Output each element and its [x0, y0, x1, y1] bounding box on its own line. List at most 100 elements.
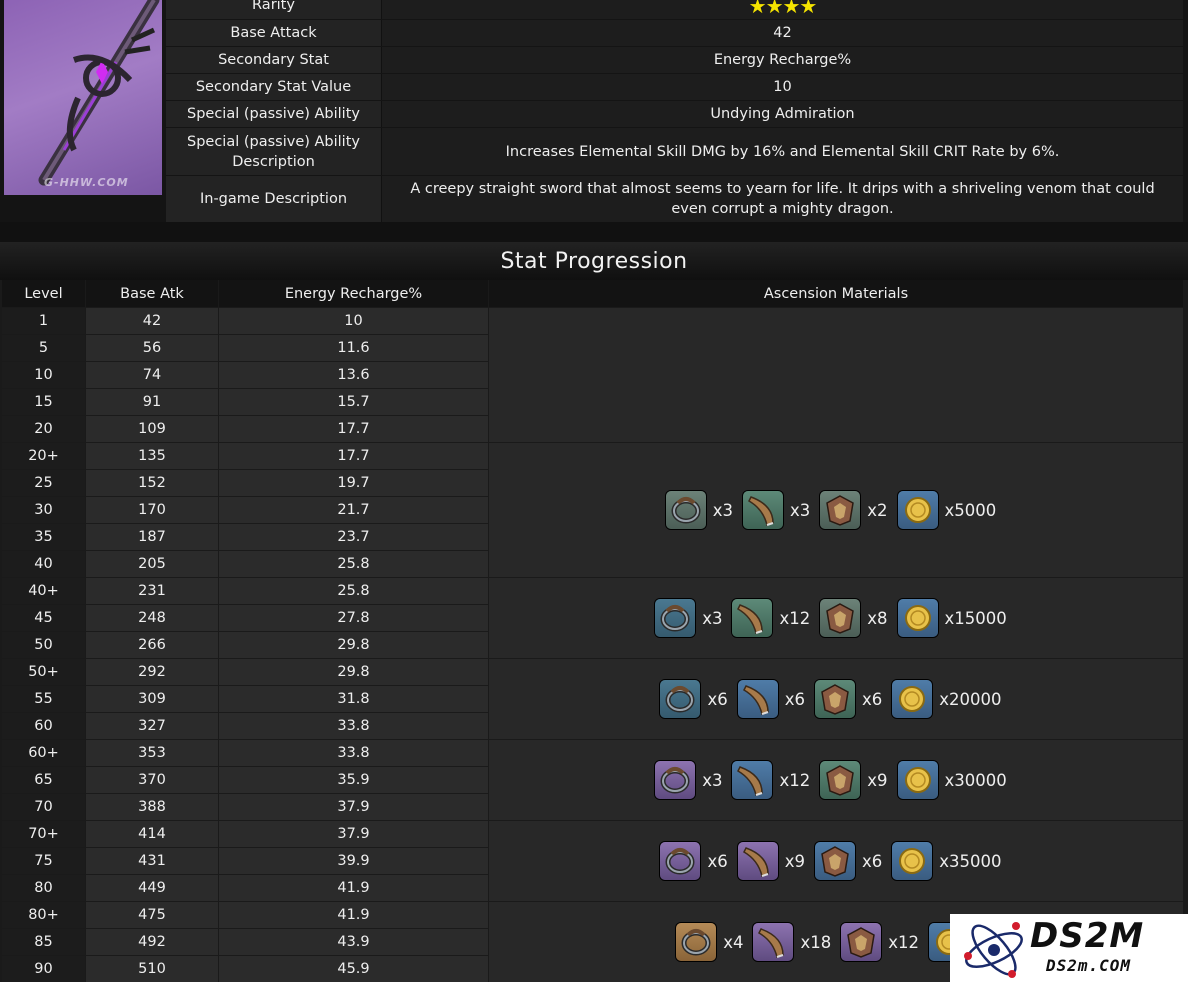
cell-level: 90: [2, 956, 85, 982]
material-quantity: x18: [800, 932, 832, 952]
material-item[interactable]: x4: [676, 923, 743, 961]
cell-base-atk: 205: [86, 551, 218, 577]
info-label: Special (passive) Ability: [166, 101, 382, 127]
logo-wordmark: DS2M: [1030, 916, 1145, 956]
mora-coin-icon: [897, 761, 938, 799]
cell-base-atk: 309: [86, 686, 218, 712]
ascension-phase-block: x3 x12 x9 x30000: [489, 740, 1183, 820]
cell-energy-recharge: 35.9: [219, 767, 488, 793]
cell-energy-recharge: 41.9: [219, 875, 488, 901]
cell-base-atk: 56: [86, 335, 218, 361]
mora-coin-icon: [897, 491, 938, 529]
crest-icon: [841, 923, 882, 961]
chaos-gear-icon: [655, 761, 696, 799]
column-header-base-atk: Base Atk: [86, 280, 218, 307]
material-list: x6 x9 x6 x35000: [660, 842, 1011, 880]
column-header-ascension-materials: Ascension Materials: [489, 280, 1183, 307]
material-quantity: x12: [779, 608, 811, 628]
material-quantity: x35000: [939, 851, 1002, 871]
info-row-ingame-description: In-game Description A creepy straight sw…: [166, 176, 1183, 222]
material-list: x3 x3 x2 x5000: [665, 491, 1007, 529]
material-item[interactable]: x3: [665, 491, 733, 529]
cell-level: 50+: [2, 659, 85, 685]
cell-base-atk: 492: [86, 929, 218, 955]
material-item[interactable]: x3: [655, 599, 722, 637]
cell-base-atk: 353: [86, 740, 218, 766]
rarity-stars-icon: ★★★★: [748, 0, 818, 18]
cell-base-atk: 152: [86, 470, 218, 496]
cell-energy-recharge: 33.8: [219, 713, 488, 739]
cell-base-atk: 431: [86, 848, 218, 874]
material-item[interactable]: x35000: [892, 842, 1002, 880]
cell-base-atk: 266: [86, 632, 218, 658]
material-item[interactable]: x15000: [897, 599, 1007, 637]
material-item[interactable]: x3: [742, 491, 811, 529]
material-item[interactable]: x8: [820, 599, 888, 637]
cell-base-atk: 231: [86, 578, 218, 604]
material-item[interactable]: x9: [737, 842, 805, 880]
material-item[interactable]: x5000: [897, 491, 996, 529]
cell-energy-recharge: 21.7: [219, 497, 488, 523]
cell-level: 80: [2, 875, 85, 901]
cell-level: 10: [2, 362, 85, 388]
atom-logo-icon: [964, 922, 1023, 978]
cell-base-atk: 248: [86, 605, 218, 631]
info-value: ★★★★: [382, 0, 1183, 19]
cell-level: 80+: [2, 902, 85, 928]
material-quantity: x3: [702, 608, 723, 628]
material-item[interactable]: x20000: [892, 680, 1002, 718]
cell-base-atk: 170: [86, 497, 218, 523]
cell-energy-recharge: 33.8: [219, 740, 488, 766]
cell-level: 30: [2, 497, 85, 523]
info-row-base-attack: Base Attack 42: [166, 20, 1183, 46]
material-item[interactable]: x30000: [897, 761, 1007, 799]
material-quantity: x3: [712, 500, 733, 520]
material-item[interactable]: x12: [732, 761, 810, 799]
cell-level: 60+: [2, 740, 85, 766]
material-item[interactable]: x6: [660, 842, 728, 880]
info-value: 42: [382, 20, 1183, 46]
cell-level: 20: [2, 416, 85, 442]
info-label: In-game Description: [166, 176, 382, 222]
info-row-passive-ability: Special (passive) Ability Undying Admira…: [166, 101, 1183, 127]
material-item[interactable]: x18: [753, 923, 831, 961]
cell-energy-recharge: 19.7: [219, 470, 488, 496]
ascension-phase-block: [489, 308, 1183, 442]
material-item[interactable]: x6: [737, 680, 805, 718]
material-quantity: x3: [789, 500, 811, 520]
chaos-gear-icon: [660, 680, 701, 718]
horn-icon: [732, 599, 773, 637]
cell-base-atk: 42: [86, 308, 218, 334]
info-value: Undying Admiration: [382, 101, 1183, 127]
cell-base-atk: 187: [86, 524, 218, 550]
ascension-phase-block: x3 x3 x2 x5000: [489, 443, 1183, 577]
cell-base-atk: 135: [86, 443, 218, 469]
material-quantity: x3: [702, 770, 723, 790]
material-item[interactable]: x2: [820, 491, 888, 529]
cell-energy-recharge: 25.8: [219, 578, 488, 604]
material-item[interactable]: x6: [660, 680, 728, 718]
stat-progression-table: Stat Progression Level Base Atk Energy R…: [0, 242, 1188, 982]
cell-level: 60: [2, 713, 85, 739]
material-quantity: x30000: [944, 770, 1007, 790]
cell-energy-recharge: 31.8: [219, 686, 488, 712]
cell-energy-recharge: 10: [219, 308, 488, 334]
material-item[interactable]: x6: [815, 842, 882, 880]
chaos-gear-icon: [665, 491, 706, 529]
material-item[interactable]: x6: [815, 680, 882, 718]
horn-icon: [753, 923, 794, 961]
weapon-info-panel: G-HHW.COM Rarity ★★★★ Base Attack 42 Sec…: [0, 0, 1188, 222]
material-item[interactable]: x12: [732, 599, 810, 637]
horn-icon: [742, 491, 783, 529]
info-value: Increases Elemental Skill DMG by 16% and…: [382, 128, 1183, 175]
material-item[interactable]: x9: [820, 761, 888, 799]
cell-energy-recharge: 43.9: [219, 929, 488, 955]
cell-level: 20+: [2, 443, 85, 469]
cell-energy-recharge: 41.9: [219, 902, 488, 928]
cell-level: 65: [2, 767, 85, 793]
horn-icon: [737, 842, 778, 880]
material-quantity: x8: [867, 608, 888, 628]
material-item[interactable]: x12: [841, 923, 919, 961]
material-item[interactable]: x3: [655, 761, 722, 799]
chaos-gear-icon: [660, 842, 701, 880]
